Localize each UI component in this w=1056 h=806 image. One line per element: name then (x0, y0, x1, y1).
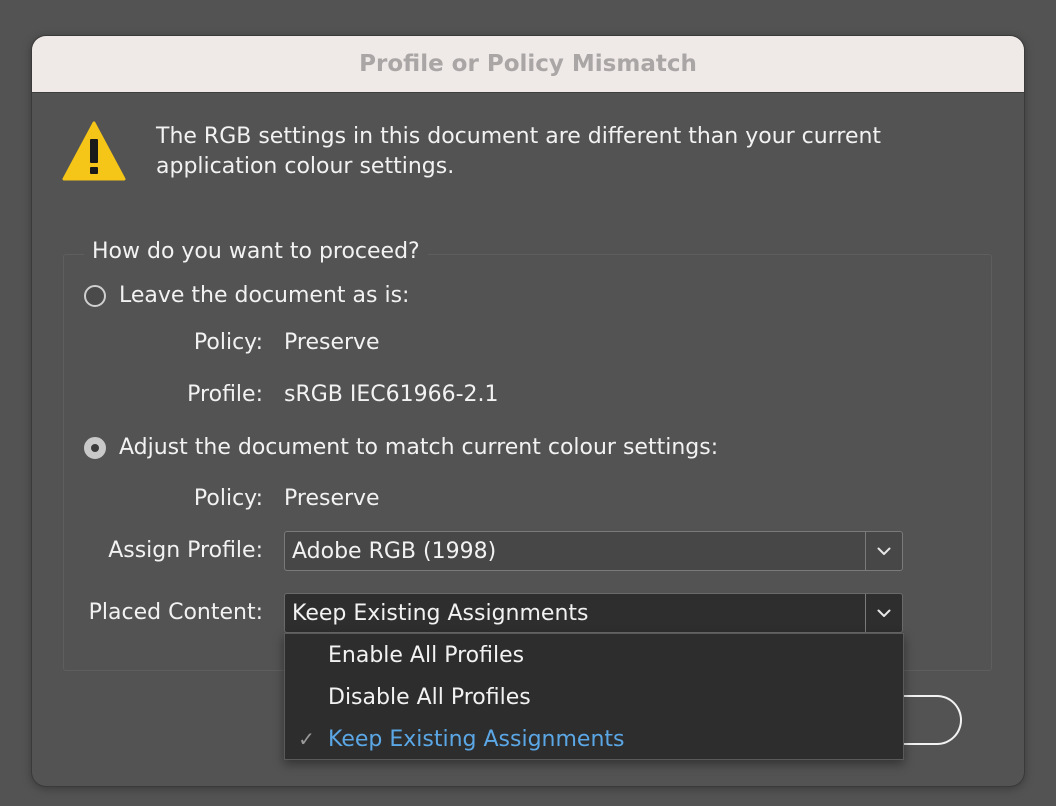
menu-item-keep-existing-assignments[interactable]: ✓ Keep Existing Assignments (285, 719, 903, 759)
radio-leave-document[interactable]: Leave the document as is: (84, 283, 409, 308)
radio-leave-button[interactable] (84, 284, 106, 307)
assign-profile-value: Adobe RGB (1998) (292, 538, 497, 564)
leave-policy-value: Preserve (284, 330, 380, 355)
dialog-title: Profile or Policy Mismatch (359, 51, 697, 77)
placed-content-label: Placed Content: (88, 600, 263, 625)
mismatch-dialog: Profile or Policy Mismatch The RGB setti… (32, 36, 1024, 786)
adjust-policy-value: Preserve (284, 486, 380, 511)
warning-triangle-icon (62, 121, 126, 181)
dialog-message: The RGB settings in this document are di… (156, 124, 882, 179)
menu-item-label: Disable All Profiles (328, 684, 531, 710)
placed-content-dropdown-button[interactable] (865, 594, 902, 632)
leave-profile-label: Profile: (187, 382, 263, 407)
placed-content-menu: Enable All Profiles Disable All Profiles… (284, 633, 904, 760)
leave-profile-value: sRGB IEC61966-2.1 (284, 382, 499, 407)
leave-policy-label: Policy: (193, 330, 263, 355)
radio-adjust-document[interactable]: Adjust the document to match current col… (84, 435, 718, 460)
checkmark-icon: ✓ (298, 727, 315, 751)
menu-item-disable-all-profiles[interactable]: Disable All Profiles (285, 677, 903, 717)
radio-leave-label: Leave the document as is: (119, 283, 410, 308)
menu-item-label: Keep Existing Assignments (328, 726, 625, 752)
menu-item-enable-all-profiles[interactable]: Enable All Profiles (285, 635, 903, 675)
adjust-policy-label: Policy: (193, 486, 263, 511)
radio-adjust-label: Adjust the document to match current col… (119, 435, 719, 460)
placed-content-value: Keep Existing Assignments (292, 600, 589, 626)
placed-content-select[interactable]: Keep Existing Assignments (284, 593, 903, 633)
assign-profile-dropdown-button[interactable] (865, 532, 902, 570)
chevron-down-icon (877, 609, 891, 617)
dialog-titlebar[interactable]: Profile or Policy Mismatch (32, 36, 1024, 93)
assign-profile-select[interactable]: Adobe RGB (1998) (284, 531, 903, 571)
menu-item-label: Enable All Profiles (328, 642, 525, 668)
radio-adjust-button[interactable] (84, 436, 106, 459)
chevron-down-icon (877, 547, 891, 555)
group-legend: How do you want to proceed? (84, 239, 428, 264)
assign-profile-label: Assign Profile: (108, 538, 263, 563)
